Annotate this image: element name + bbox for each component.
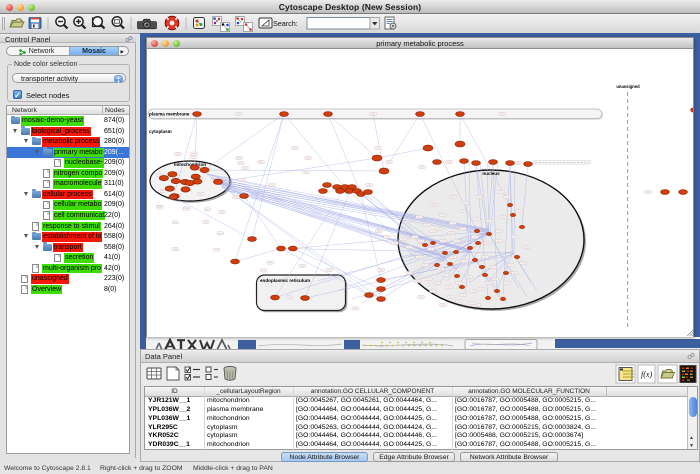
svg-text:cytoplasm: cytoplasm bbox=[149, 129, 172, 134]
svg-text:endoplasmic reticulum: endoplasmic reticulum bbox=[260, 278, 310, 283]
svg-text:nucleus: nucleus bbox=[482, 171, 500, 176]
svg-text:plasma membrane: plasma membrane bbox=[149, 112, 190, 117]
svg-text:f(x): f(x) bbox=[641, 370, 652, 379]
svg-text:unassigned: unassigned bbox=[616, 84, 640, 89]
svg-text:Search:: Search: bbox=[273, 19, 298, 28]
